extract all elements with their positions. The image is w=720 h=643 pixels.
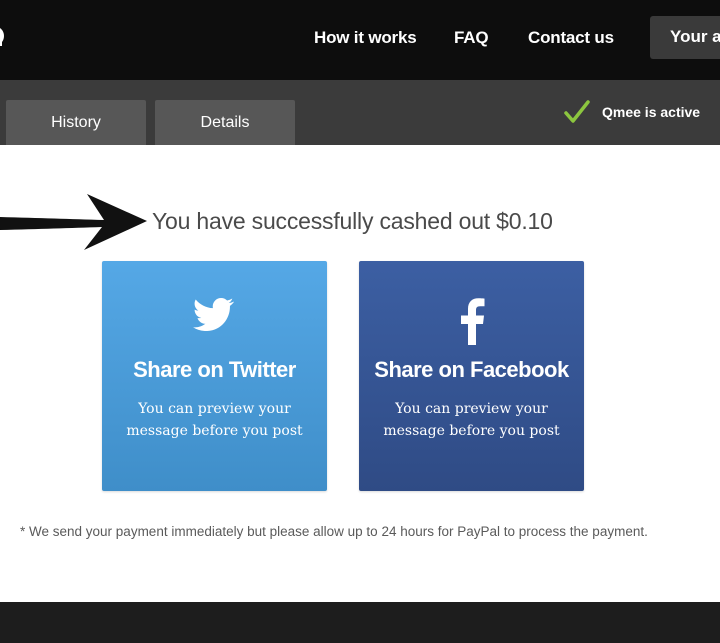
share-on-twitter-button[interactable]: Share on Twitter You can preview your me… <box>102 261 327 491</box>
share-on-facebook-button[interactable]: Share on Facebook You can preview your m… <box>359 261 584 491</box>
twitter-card-title: Share on Twitter <box>133 357 296 382</box>
facebook-card-subtitle: You can preview your message before you … <box>383 401 560 439</box>
facebook-card-title: Share on Facebook <box>374 357 569 382</box>
page-footer <box>0 602 720 643</box>
nav-faq-link[interactable]: FAQ <box>454 28 489 48</box>
facebook-f-icon <box>460 298 484 345</box>
sub-nav-bar: History Details Qmee is active <box>0 80 720 145</box>
tab-history[interactable]: History <box>6 100 146 145</box>
qmee-status: Qmee is active <box>564 97 700 127</box>
twitter-card-subtitle: You can preview your message before you … <box>126 401 303 439</box>
nav-how-it-works-link[interactable]: How it works <box>314 28 417 48</box>
cashout-success-headline: You have successfully cashed out $0.10 <box>152 208 553 234</box>
your-account-button[interactable]: Your a <box>650 16 720 59</box>
top-nav-bar: How it works FAQ Contact us Your a <box>0 0 720 80</box>
nav-contact-us-link[interactable]: Contact us <box>528 28 614 48</box>
checkmark-icon <box>564 100 590 123</box>
twitter-bird-icon <box>192 297 234 331</box>
status-text: Qmee is active <box>602 104 701 120</box>
logo-fragment-icon[interactable] <box>0 26 6 46</box>
payment-footnote: * We send your payment immediately but p… <box>20 524 648 539</box>
tab-details[interactable]: Details <box>155 100 295 145</box>
arrow-pointer-icon <box>0 194 147 250</box>
